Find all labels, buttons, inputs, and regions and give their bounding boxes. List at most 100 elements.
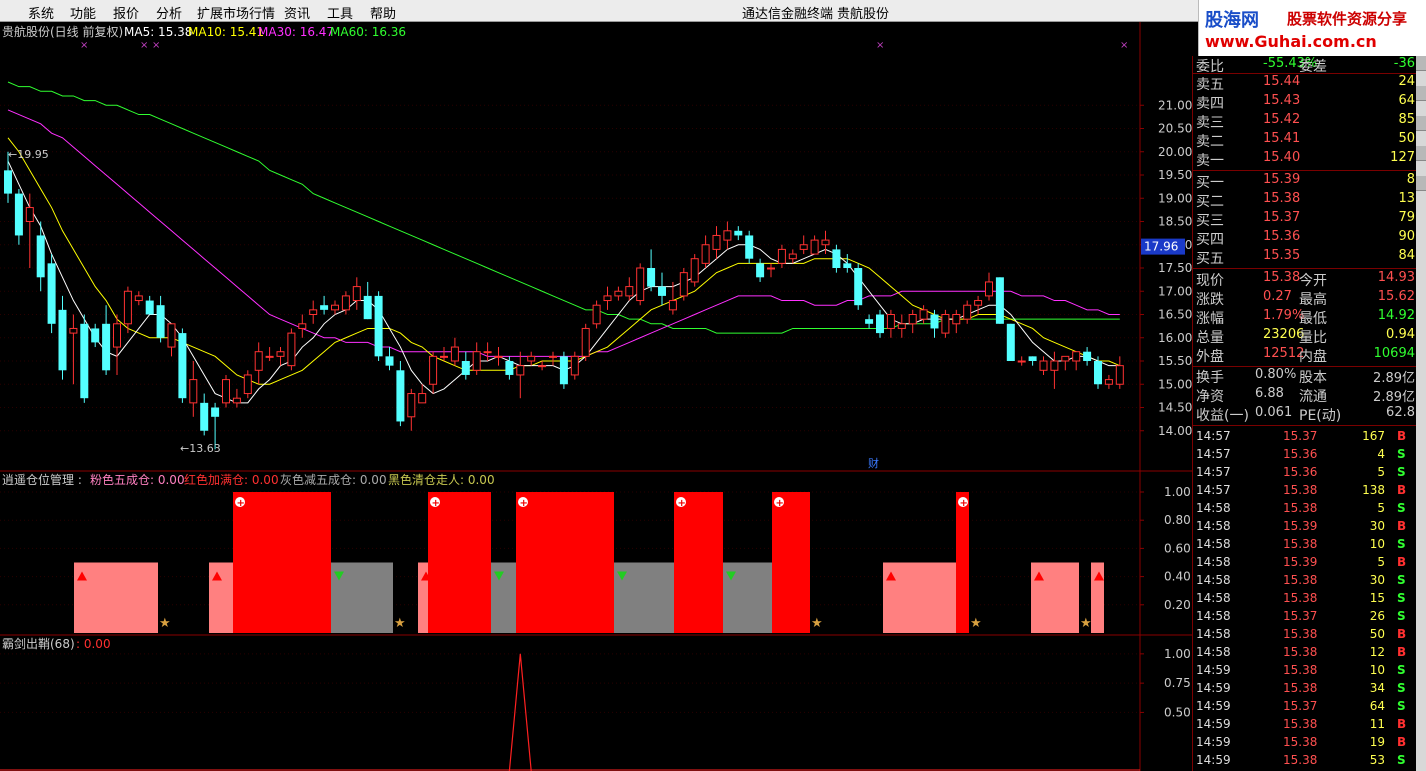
logo-url: www.Guhai.com.cn	[1205, 32, 1377, 51]
toolbar-button[interactable]	[1416, 116, 1426, 131]
candle-body	[767, 267, 775, 270]
quote-label: 最高	[1299, 292, 1327, 308]
ma60-line	[7, 81, 1120, 334]
tick-price: 15.38	[1283, 681, 1318, 695]
tick-row: 14:58 15.38 12 B	[1193, 645, 1417, 663]
candle-body	[14, 193, 23, 236]
position-block-red	[956, 492, 969, 633]
candle-body	[80, 323, 89, 399]
tick-direction: S	[1397, 573, 1406, 587]
toolbar-button[interactable]	[1416, 56, 1426, 71]
candle-body	[440, 355, 448, 358]
candle-body	[309, 309, 318, 316]
weidiff-value: -36	[1393, 56, 1415, 71]
tick-price: 15.39	[1283, 519, 1318, 533]
tick-direction: B	[1397, 627, 1407, 641]
toolbar-button[interactable]	[1416, 146, 1426, 161]
candle-body	[200, 402, 209, 431]
candle-body	[483, 351, 492, 354]
tick-direction: S	[1397, 699, 1406, 713]
menu-extended-market[interactable]: 扩展市场行情	[197, 3, 275, 22]
candle-body	[625, 286, 634, 297]
candle-body	[668, 300, 677, 311]
candle-body	[538, 365, 547, 368]
bid-price: 15.39	[1263, 172, 1301, 187]
ask-price: 15.41	[1263, 131, 1301, 146]
tick-volume: 30	[1369, 519, 1385, 533]
menu-system[interactable]: 系统	[28, 3, 54, 22]
quote-value: 14.93	[1377, 270, 1415, 285]
tick-volume: 12	[1369, 645, 1385, 659]
bid-level-label: 买五	[1196, 251, 1224, 267]
chart-title: 贵航股份(日线 前复权)	[2, 24, 123, 39]
ask-price: 15.44	[1263, 74, 1301, 89]
tick-price: 15.37	[1283, 699, 1318, 713]
position-block-gray	[491, 562, 516, 633]
tick-row: 14:58 15.38 50 B	[1193, 627, 1417, 645]
tick-time: 14:58	[1196, 537, 1231, 551]
position-block-red	[674, 492, 723, 633]
candle-body	[963, 304, 972, 320]
tick-row: 14:57 15.38 138 B	[1193, 483, 1417, 501]
tick-direction: B	[1397, 735, 1407, 749]
ask-level-label: 卖二	[1196, 134, 1224, 150]
toolbar-button[interactable]	[1416, 86, 1426, 101]
quote-label: 流通	[1299, 389, 1327, 405]
candle-body	[559, 356, 568, 385]
menu-quotes[interactable]: 报价	[113, 3, 139, 22]
tick-row: 14:59 15.37 64 S	[1193, 699, 1417, 717]
menu-analysis[interactable]: 分析	[156, 3, 182, 22]
ask-price: 15.40	[1263, 150, 1301, 165]
tick-volume: 5	[1377, 555, 1385, 569]
tick-volume: 5	[1377, 465, 1385, 479]
candle-body	[47, 263, 56, 324]
menu-news[interactable]: 资讯	[284, 3, 310, 22]
logo-slogan: 股票软件资源分享	[1287, 10, 1408, 28]
tick-time: 14:58	[1196, 609, 1231, 623]
candle-body	[1017, 360, 1026, 363]
tick-volume: 10	[1369, 537, 1385, 551]
bid-level-label: 买四	[1196, 232, 1224, 248]
ask-price: 15.43	[1263, 93, 1301, 108]
candle-body	[102, 323, 111, 371]
candle-body	[1050, 360, 1059, 371]
candle-body	[1072, 351, 1081, 362]
bid-price: 15.35	[1263, 248, 1301, 263]
tick-direction: S	[1397, 501, 1406, 515]
menu-help[interactable]: 帮助	[370, 3, 396, 22]
ma-label: MA30: 16.47	[258, 25, 334, 39]
menu-tools[interactable]: 工具	[327, 3, 353, 22]
tick-direction: S	[1397, 465, 1406, 479]
tick-volume: 64	[1369, 699, 1385, 713]
quote-row: 外盘 12512 内盘 10694	[1193, 346, 1417, 365]
bid-level-label: 买二	[1196, 194, 1224, 210]
candle-body	[123, 290, 132, 325]
indicator-label: 灰色减五成仓: 0.00	[280, 473, 387, 487]
bid-row: 买二 15.38 13	[1193, 191, 1417, 210]
candle-body	[276, 351, 285, 357]
candle-body	[897, 323, 906, 329]
signal-mark: ×	[140, 40, 148, 51]
tick-time: 14:59	[1196, 753, 1231, 767]
menu-function[interactable]: 功能	[70, 3, 96, 22]
candle-body	[516, 365, 525, 376]
candle-body	[113, 323, 121, 348]
tick-volume: 53	[1369, 753, 1385, 767]
toolbar-button[interactable]	[1416, 176, 1426, 191]
ind2-tick-label: 1.00	[1164, 647, 1191, 661]
bid-volume: 8	[1406, 172, 1415, 187]
position-block-pink	[209, 562, 233, 633]
ind2-tick-label: 0.75	[1164, 676, 1191, 690]
candle-body	[647, 268, 656, 287]
tick-row: 14:58 15.37 26 S	[1193, 609, 1417, 627]
tick-direction: S	[1397, 591, 1406, 605]
candle-body	[1061, 355, 1070, 362]
tick-price: 15.38	[1283, 501, 1318, 515]
candle-body	[636, 267, 645, 302]
tick-row: 14:58 15.39 5 B	[1193, 555, 1417, 573]
candle-body	[58, 309, 67, 371]
candle-body	[396, 370, 405, 422]
tick-time: 14:57	[1196, 429, 1231, 443]
kline-chart-area[interactable]: 贵航股份(日线 前复权) MA5: 15.38MA10: 15.41MA30: 1…	[0, 22, 1192, 771]
exit-runner-icon: ★	[1080, 616, 1092, 631]
